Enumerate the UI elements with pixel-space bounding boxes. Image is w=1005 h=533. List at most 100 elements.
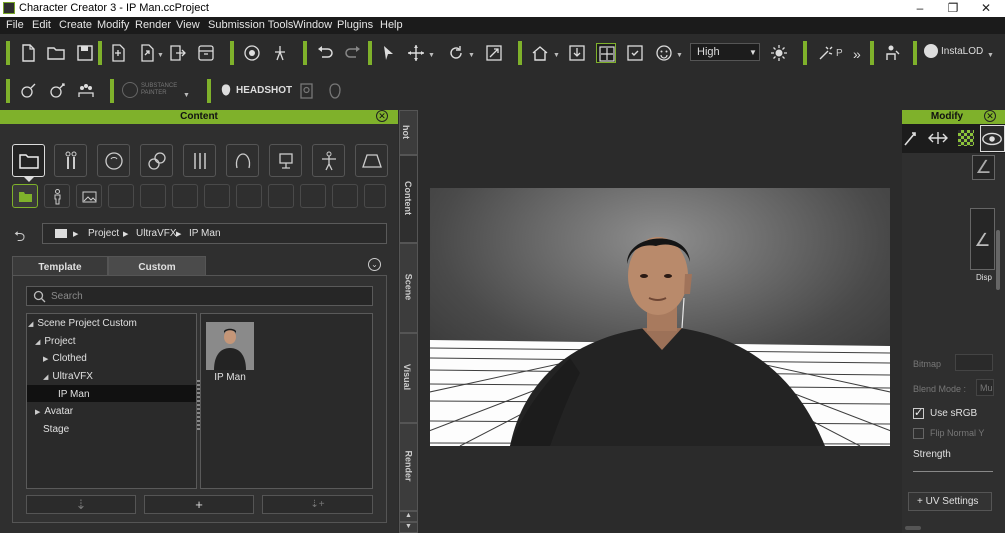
subtab-folder[interactable]	[12, 184, 38, 208]
headshot-head-icon[interactable]	[325, 81, 345, 101]
menu-help[interactable]: Help	[380, 19, 403, 31]
strength-slider[interactable]	[913, 471, 993, 472]
menu-file[interactable]: File	[6, 19, 24, 31]
tab-hair[interactable]	[226, 144, 259, 177]
headshot-photo-icon[interactable]	[297, 81, 317, 101]
headshot-button[interactable]: HEADSHOT	[236, 85, 292, 96]
home-icon[interactable]	[530, 43, 550, 63]
rotate-icon[interactable]	[446, 43, 466, 63]
chevron-down-icon[interactable]: ▼	[183, 92, 190, 99]
texture-slot-top[interactable]: ∠	[972, 155, 995, 180]
subtab-empty[interactable]	[204, 184, 230, 208]
back-arrow-icon[interactable]: ⮌	[14, 226, 25, 250]
face-expression-icon[interactable]	[654, 43, 674, 63]
tree-item-stage[interactable]: Stage	[43, 424, 69, 435]
scale-icon[interactable]	[484, 43, 504, 63]
subtab-empty[interactable]	[140, 184, 166, 208]
chevron-down-icon[interactable]: ▼	[676, 52, 683, 59]
subtab-empty[interactable]	[108, 184, 134, 208]
menu-render[interactable]: Render	[135, 19, 171, 31]
subtab-empty[interactable]	[332, 184, 358, 208]
breadcrumb-ultravfx[interactable]: UltraVFX	[136, 228, 177, 239]
menu-plugins[interactable]: Plugins	[337, 19, 373, 31]
menu-submission-tools[interactable]: Submission Tools	[208, 19, 293, 31]
tree-item-scene-project-custom[interactable]: ◢ Scene Project Custom	[28, 318, 137, 329]
chevron-down-icon[interactable]: ▼	[987, 52, 994, 59]
new-file-icon[interactable]	[18, 43, 38, 63]
3d-viewport[interactable]	[430, 188, 890, 446]
modify-horizontal-scrollbar[interactable]	[905, 526, 921, 530]
close-icon[interactable]: ✕	[376, 110, 388, 122]
menu-modify[interactable]: Modify	[97, 19, 129, 31]
vertical-tab-content[interactable]: Content	[399, 155, 418, 243]
chevron-down-icon[interactable]: ⌄	[368, 258, 381, 271]
blend-mode-dropdown[interactable]: Mu	[976, 379, 994, 396]
group-characters-icon[interactable]	[76, 81, 96, 101]
redo-icon[interactable]	[343, 43, 363, 63]
subtab-avatar[interactable]	[44, 184, 70, 208]
light-icon[interactable]	[769, 43, 789, 63]
move-down-button[interactable]: ⇣	[26, 495, 136, 514]
flip-normal-y-checkbox[interactable]	[913, 428, 924, 439]
uv-settings-button[interactable]: + UV Settings	[908, 492, 992, 511]
tab-accessories[interactable]	[183, 144, 216, 177]
tab-characters[interactable]	[54, 144, 87, 177]
chevron-down-icon[interactable]: ▼	[553, 52, 560, 59]
move-icon[interactable]	[406, 43, 426, 63]
add-button[interactable]: +	[144, 495, 254, 514]
menu-edit[interactable]: Edit	[32, 19, 51, 31]
ip-man-thumbnail[interactable]	[206, 322, 254, 370]
tab-modify-visibility[interactable]	[980, 125, 1005, 152]
breadcrumb-project[interactable]: Project	[88, 228, 119, 239]
close-button[interactable]: ✕	[976, 1, 996, 16]
open-folder-icon[interactable]	[46, 43, 66, 63]
pose-icon[interactable]	[270, 43, 290, 63]
subtab-empty[interactable]	[236, 184, 262, 208]
tree-item-clothed[interactable]: ▶ Clothed	[43, 353, 87, 364]
tree-item-avatar[interactable]: ▶ Avatar	[35, 406, 73, 417]
vertical-tab-render[interactable]: Render	[399, 423, 418, 511]
modify-scrollbar[interactable]	[996, 230, 1000, 290]
subtab-empty[interactable]	[268, 184, 294, 208]
drop-to-floor-icon[interactable]	[567, 43, 587, 63]
tree-item-project[interactable]: ◢ Project	[35, 336, 76, 347]
quality-dropdown[interactable]: High ▼	[690, 43, 760, 61]
replace-button[interactable]: ⇣+	[262, 495, 373, 514]
undo-icon[interactable]	[315, 43, 335, 63]
scroll-down-arrow-icon[interactable]: ▼	[399, 522, 418, 533]
tab-custom[interactable]: Custom	[108, 256, 206, 275]
align-center-icon[interactable]	[596, 43, 616, 63]
export-icon[interactable]	[137, 43, 157, 63]
snap-icon[interactable]	[625, 43, 645, 63]
substance-painter-label[interactable]: SUBSTANCE PAINTER	[141, 83, 177, 97]
tab-template[interactable]: Template	[12, 256, 108, 275]
tab-modify-edit[interactable]	[902, 128, 920, 148]
menu-view[interactable]: View	[176, 19, 200, 31]
vertical-tab-scene[interactable]: Scene	[399, 243, 418, 333]
bitmap-field[interactable]	[955, 354, 993, 371]
subtab-empty[interactable]	[300, 184, 326, 208]
subtab-image[interactable]	[76, 184, 102, 208]
smooth-tool-icon[interactable]	[47, 81, 67, 101]
chevron-down-icon[interactable]: ▼	[157, 52, 164, 59]
vertical-tab-headshot[interactable]: hot	[399, 110, 418, 155]
search-input[interactable]: Search	[26, 286, 373, 306]
vertical-tab-visual[interactable]: Visual	[399, 333, 418, 423]
instalod-label[interactable]: InstaLOD	[941, 46, 983, 57]
chevron-down-icon[interactable]: ▼	[428, 52, 435, 59]
tab-stage[interactable]	[355, 144, 388, 177]
archive-icon[interactable]	[196, 43, 216, 63]
menu-create[interactable]: Create	[59, 19, 92, 31]
scroll-up-arrow-icon[interactable]: ▲	[399, 511, 418, 522]
character-morph-icon[interactable]	[882, 43, 902, 63]
subtab-empty[interactable]	[172, 184, 198, 208]
tab-motion[interactable]	[312, 144, 345, 177]
tab-project-folder[interactable]	[12, 144, 45, 177]
tab-head[interactable]	[97, 144, 130, 177]
minimize-button[interactable]: –	[910, 1, 930, 16]
select-arrow-icon[interactable]	[378, 43, 398, 63]
import-icon[interactable]	[108, 43, 128, 63]
tree-item-ultravfx[interactable]: ◢ UltraVFX	[43, 371, 93, 382]
breadcrumb-ip-man[interactable]: IP Man	[189, 228, 221, 239]
tab-modify-attributes[interactable]	[927, 128, 949, 148]
